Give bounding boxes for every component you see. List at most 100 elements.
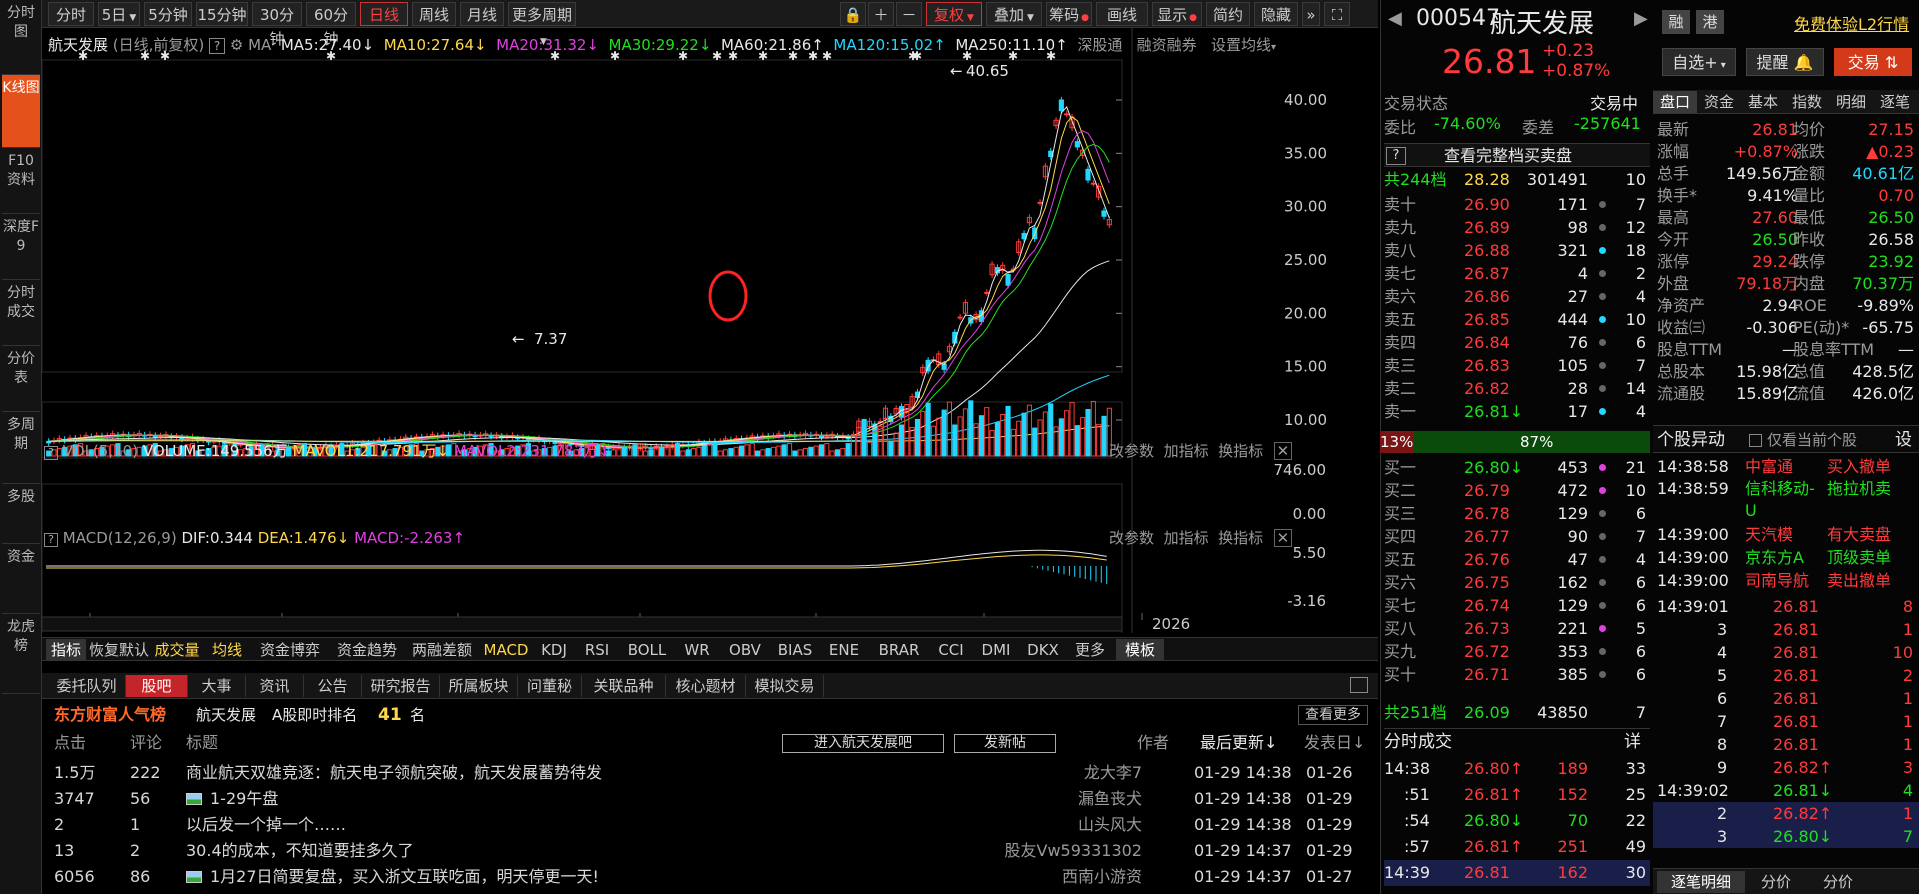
period-tab-8[interactable]: 月线: [460, 2, 504, 26]
fs-trade-row[interactable]: :57 26.81↑ 251 49: [1384, 834, 1650, 860]
indicator-tab-14[interactable]: ENE: [820, 639, 868, 661]
anomaly-stock[interactable]: 司南导航: [1745, 570, 1825, 592]
period-tab-9[interactable]: 更多周期▼: [508, 2, 576, 47]
left-nav-4[interactable]: 分时成交: [2, 280, 40, 346]
buy-total[interactable]: 共251档 26.09 43850 7: [1384, 701, 1650, 724]
indicator-tab-19[interactable]: 更多: [1068, 639, 1112, 661]
tool-2[interactable]: 筹码 ●: [1046, 2, 1092, 26]
fs-detail-button[interactable]: 详: [1624, 729, 1641, 755]
close-icon[interactable]: ✕: [1273, 442, 1292, 460]
watchlist-button[interactable]: 自选+ ▾: [1662, 48, 1736, 76]
news-row[interactable]: 2 1 以后发一个掉一个…… 山头风大 01-29 14:38 01-29: [54, 812, 1364, 838]
info-tab-5[interactable]: 研究报告: [362, 675, 440, 697]
tick-row[interactable]: 4 26.81 10: [1653, 641, 1919, 664]
tool-4[interactable]: 显示 ●: [1152, 2, 1202, 26]
ask-level[interactable]: 卖三 26.83 105 7: [1384, 354, 1650, 377]
news-author[interactable]: 漏鱼丧犬: [1078, 786, 1142, 812]
anomaly-stock[interactable]: 天汽模: [1745, 524, 1825, 546]
bid-level[interactable]: 买四 26.77 90 7: [1384, 525, 1650, 548]
indicator-tab-4[interactable]: 资金博弈: [252, 639, 328, 661]
period-tab-4[interactable]: 30分钟: [252, 2, 302, 48]
anomaly-stock[interactable]: 京东方A: [1745, 547, 1825, 569]
tick-row[interactable]: 3 26.81 1: [1653, 618, 1919, 641]
col-comments[interactable]: 评论: [130, 731, 162, 755]
quote-tab-3[interactable]: 指数: [1785, 91, 1829, 113]
zoom-out-icon[interactable]: －: [896, 2, 922, 26]
left-nav-9[interactable]: 龙虎榜: [2, 614, 40, 694]
news-row[interactable]: 3747 56 1-29午盘 漏鱼丧犬 01-29 14:38 01-29: [54, 786, 1364, 812]
indicator-tab-13[interactable]: BIAS: [772, 639, 818, 661]
tool-5[interactable]: 简约: [1206, 2, 1250, 26]
indicator-tab-16[interactable]: CCI: [930, 639, 972, 661]
info-tab-9[interactable]: 核心题材: [666, 675, 746, 697]
indicator-tab-3[interactable]: 均线: [204, 639, 250, 661]
period-tab-2[interactable]: 5分钟: [144, 2, 192, 26]
ask-level[interactable]: 卖五 26.85 444 10: [1384, 308, 1650, 331]
period-tab-7[interactable]: 周线: [412, 2, 456, 26]
switch-indicator-link[interactable]: 换指标: [1218, 442, 1263, 460]
rank-title[interactable]: 东方财富人气榜: [54, 701, 166, 729]
expand-right-icon[interactable]: »: [1302, 2, 1320, 26]
news-row[interactable]: 13 2 30.4的成本，不知道要挂多久了 股友Vw59331302 01-29 14:…: [54, 838, 1364, 864]
anomaly-row[interactable]: 14:39:00 司南导航 卖出撤单: [1653, 570, 1919, 592]
col-posted[interactable]: 发表日↓: [1304, 731, 1365, 755]
info-tab-8[interactable]: 关联品种: [582, 675, 666, 697]
news-title[interactable]: 以后发一个掉一个……: [186, 812, 346, 838]
left-nav-1[interactable]: K线图: [2, 75, 40, 148]
period-tab-3[interactable]: 15分钟: [196, 2, 248, 26]
bid-level[interactable]: 买二 26.79 472 10: [1384, 479, 1650, 502]
prev-stock-icon[interactable]: ◀: [1388, 8, 1402, 29]
news-title[interactable]: 30.4的成本，不知道要挂多久了: [186, 838, 414, 864]
indicator-tab-2[interactable]: 成交量: [152, 639, 202, 661]
bid-level[interactable]: 买七 26.74 129 6: [1384, 594, 1650, 617]
tick-row[interactable]: 5 26.81 2: [1653, 664, 1919, 687]
indicator-tab-10[interactable]: BOLL: [620, 639, 674, 661]
news-row[interactable]: 6056 86 1月27日简要复盘，买入浙文互联吃面，明天停更一天! 西南小游资 01-…: [54, 864, 1364, 890]
tick-row[interactable]: 14:39:01 26.81 8: [1653, 595, 1919, 618]
period-tab-6[interactable]: 日线: [360, 2, 408, 26]
help-icon[interactable]: ?: [44, 446, 58, 460]
quote-tab-5[interactable]: 逐笔: [1873, 91, 1917, 113]
bid-level[interactable]: 买九 26.72 353 6: [1384, 640, 1650, 663]
zoom-in-icon[interactable]: ＋: [868, 2, 894, 26]
ask-level[interactable]: 卖六 26.86 27 4: [1384, 285, 1650, 308]
anomaly-stock[interactable]: 信科移动-U: [1745, 478, 1825, 522]
next-stock-icon[interactable]: ▶: [1634, 8, 1648, 29]
indicator-tab-9[interactable]: RSI: [576, 639, 618, 661]
fs-trade-row[interactable]: 14:38 26.80↑ 189 33: [1384, 756, 1650, 782]
new-post-button[interactable]: 发新帖: [954, 734, 1056, 753]
sell-total[interactable]: 共244档 28.28 301491 10: [1384, 168, 1650, 191]
info-tab-10[interactable]: 模拟交易: [746, 675, 824, 697]
detail-tab-2[interactable]: 分价: [1807, 871, 1869, 893]
lock-icon[interactable]: 🔒: [840, 2, 866, 26]
news-row[interactable]: 1.5万 222 商业航天双雄竞逐：航天电子领航突破，航天发展蓄势待发 龙大李7 01-…: [54, 760, 1364, 786]
tick-row[interactable]: 14:39:02 26.81↓ 4: [1653, 779, 1919, 802]
indicator-tab-15[interactable]: BRAR: [870, 639, 928, 661]
news-author[interactable]: 龙大李7: [1084, 760, 1142, 786]
news-title[interactable]: 商业航天双雄竞逐：航天电子领航突破，航天发展蓄势待发: [186, 760, 602, 786]
switch-indicator-link[interactable]: 换指标: [1218, 529, 1263, 547]
period-tab-0[interactable]: 分时: [48, 2, 94, 26]
full-book-link[interactable]: 查看完整档买卖盘: [1444, 144, 1572, 168]
add-indicator-link[interactable]: 加指标: [1164, 442, 1209, 460]
tool-3[interactable]: 画线: [1096, 2, 1148, 26]
quote-tab-2[interactable]: 基本: [1741, 91, 1785, 113]
ask-level[interactable]: 卖九 26.89 98 12: [1384, 216, 1650, 239]
news-title[interactable]: 1月27日简要复盘，买入浙文互联吃面，明天停更一天!: [210, 864, 599, 890]
col-clicks[interactable]: 点击: [54, 731, 86, 755]
news-author[interactable]: 股友Vw59331302: [1005, 838, 1142, 864]
indicator-tab-1[interactable]: 恢复默认: [88, 639, 150, 661]
left-nav-0[interactable]: 分时图: [2, 0, 40, 75]
indicator-tab-7[interactable]: MACD: [480, 639, 532, 661]
indicator-tab-17[interactable]: DMI: [974, 639, 1018, 661]
info-tab-7[interactable]: 问董秘: [518, 675, 582, 697]
anomaly-row[interactable]: 14:38:59 信科移动-U 拖拉机卖: [1653, 478, 1919, 522]
indicator-tab-0[interactable]: 指标: [46, 639, 86, 661]
tick-row[interactable]: 9 26.82↑ 3: [1653, 756, 1919, 779]
tool-0[interactable]: 复权 ▼: [926, 2, 982, 26]
detail-tab-1[interactable]: 分价: [1745, 871, 1807, 893]
left-nav-3[interactable]: 深度F9: [2, 214, 40, 280]
bid-level[interactable]: 买三 26.78 129 6: [1384, 502, 1650, 525]
indicator-tab-12[interactable]: OBV: [720, 639, 770, 661]
fs-trade-row[interactable]: :51 26.81↑ 152 25: [1384, 782, 1650, 808]
